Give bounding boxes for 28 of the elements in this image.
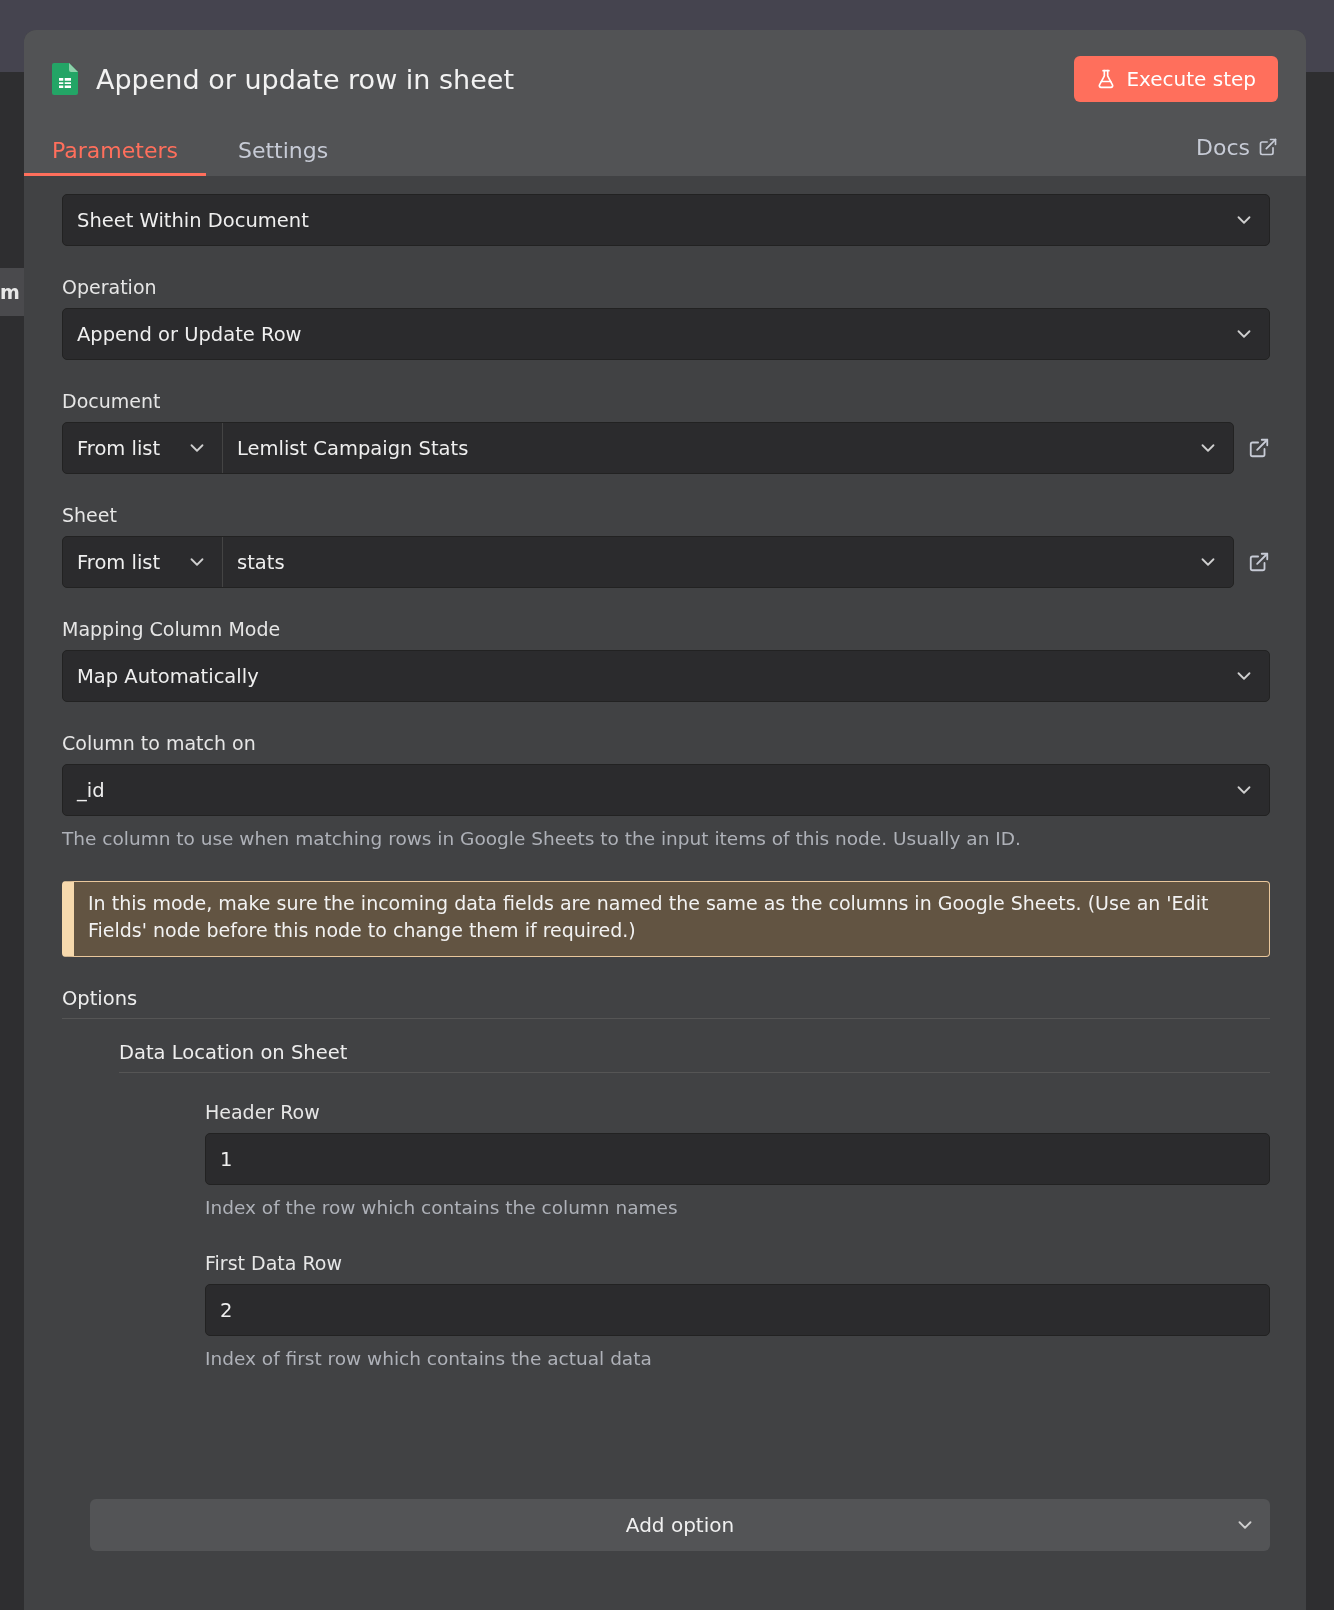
dropdown-field[interactable]: Sheet Within Document (62, 194, 1270, 246)
external-link-icon[interactable] (1248, 437, 1270, 459)
add-option-button[interactable]: Add option (90, 1499, 1270, 1551)
docs-link[interactable]: Docs (1196, 128, 1278, 176)
field-label: Header Row (205, 1101, 321, 1123)
input-field[interactable]: 2 (205, 1284, 1270, 1336)
panel-title: Append or update row in sheet (96, 63, 515, 95)
section-title: Options (62, 987, 1270, 1019)
external-link-icon[interactable] (1248, 551, 1270, 573)
field-label: Sheet (62, 504, 118, 526)
input-field[interactable]: 1 (205, 1133, 1270, 1185)
field-label: Mapping Column Mode (62, 618, 282, 640)
section-title: Data Location on Sheet (119, 1041, 1270, 1073)
dropdown-field[interactable]: Append or Update Row (62, 308, 1270, 360)
dropdown-field[interactable]: _id (62, 764, 1270, 816)
tab[interactable]: Settings (209, 128, 357, 176)
field-label: First Data Row (205, 1252, 343, 1274)
field-label: Document (62, 390, 162, 412)
field-hint: Index of first row which contains the actual data (205, 1348, 653, 1369)
field-hint: Index of the row which contains the column names (205, 1197, 679, 1218)
node-label: m (0, 280, 21, 305)
external-link-icon (1258, 137, 1278, 157)
dropdown-field[interactable]: Map Automatically (62, 650, 1270, 702)
spreadsheet-icon (52, 63, 78, 95)
field-label: Column to match on (62, 732, 257, 754)
field-label: Operation (62, 276, 158, 298)
field-hint: The column to use when matching rows in Google Sheets to the input items of this node. Usually an ID. (62, 828, 1022, 849)
notice-text: In this mode, make sure the incoming data fields are named the same as the columns in Google Sheets. (Use an 'Edit Fields' node before this node to change them if required.) (88, 892, 1209, 941)
